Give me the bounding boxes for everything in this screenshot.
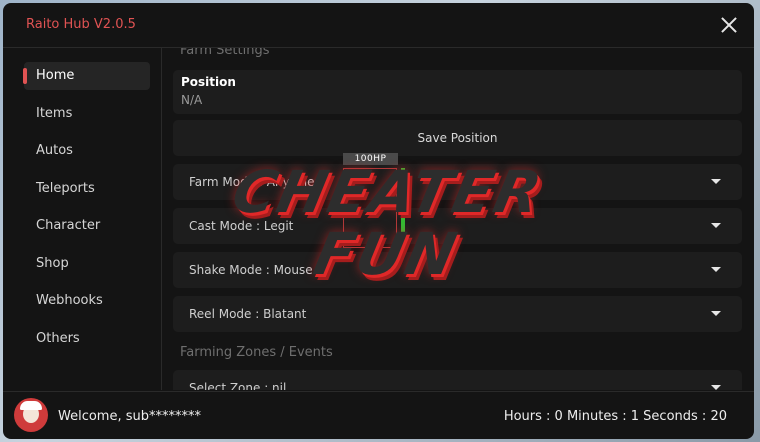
section-header-farm-settings: Farm Settings <box>180 48 270 58</box>
triangle-down-icon <box>711 311 721 316</box>
main-content[interactable]: Farm Settings Position N/A Save Position… <box>162 48 754 390</box>
sidebar-item-teleports[interactable]: Teleports <box>24 175 150 203</box>
cast-mode-label: Cast Mode : Legit <box>189 219 294 233</box>
select-zone-label: Select Zone : nil <box>189 381 287 390</box>
avatar-icon <box>14 398 48 432</box>
triangle-down-icon <box>711 179 721 184</box>
hp-label: 100HP <box>343 153 398 165</box>
farm-mode-label: Farm Mode : Anywhere <box>189 175 327 189</box>
sidebar-item-character[interactable]: Character <box>24 212 150 240</box>
window-title: Raito Hub V2.0.5 <box>26 17 136 32</box>
avatar-hat <box>20 401 42 410</box>
triangle-down-icon <box>711 267 721 272</box>
triangle-down-icon <box>711 223 721 228</box>
session-timer: Hours : 0 Minutes : 1 Seconds : 20 <box>503 409 727 424</box>
hp-bar <box>401 168 405 248</box>
sidebar: Home Items Autos Teleports Character Sho… <box>3 48 162 390</box>
position-title: Position <box>181 75 236 89</box>
close-icon[interactable] <box>718 14 740 36</box>
sidebar-item-webhooks[interactable]: Webhooks <box>24 287 150 315</box>
position-value: N/A <box>181 93 203 107</box>
reel-mode-dropdown[interactable]: Reel Mode : Blatant <box>173 296 742 332</box>
save-position-button[interactable]: Save Position <box>173 120 742 156</box>
sidebar-item-others[interactable]: Others <box>24 325 150 353</box>
reel-mode-label: Reel Mode : Blatant <box>189 307 307 321</box>
sidebar-item-home[interactable]: Home <box>23 62 150 90</box>
sidebar-item-autos[interactable]: Autos <box>24 137 150 165</box>
section-header-farming-zones: Farming Zones / Events <box>180 345 333 360</box>
footer: Welcome, sub******** Hours : 0 Minutes :… <box>3 391 754 439</box>
position-card: Position N/A <box>173 70 742 114</box>
select-zone-dropdown[interactable]: Select Zone : nil <box>173 370 742 390</box>
shake-mode-dropdown[interactable]: Shake Mode : Mouse <box>173 252 742 288</box>
triangle-down-icon <box>711 385 721 390</box>
farm-mode-dropdown[interactable]: Farm Mode : Anywhere <box>173 164 742 200</box>
sidebar-item-items[interactable]: Items <box>24 100 150 128</box>
cast-mode-dropdown[interactable]: Cast Mode : Legit <box>173 208 742 244</box>
shake-mode-label: Shake Mode : Mouse <box>189 263 313 277</box>
target-esp-box <box>343 168 397 248</box>
welcome-text: Welcome, sub******** <box>58 409 201 424</box>
sidebar-item-shop[interactable]: Shop <box>24 250 150 278</box>
title-bar: Raito Hub V2.0.5 <box>3 3 754 48</box>
